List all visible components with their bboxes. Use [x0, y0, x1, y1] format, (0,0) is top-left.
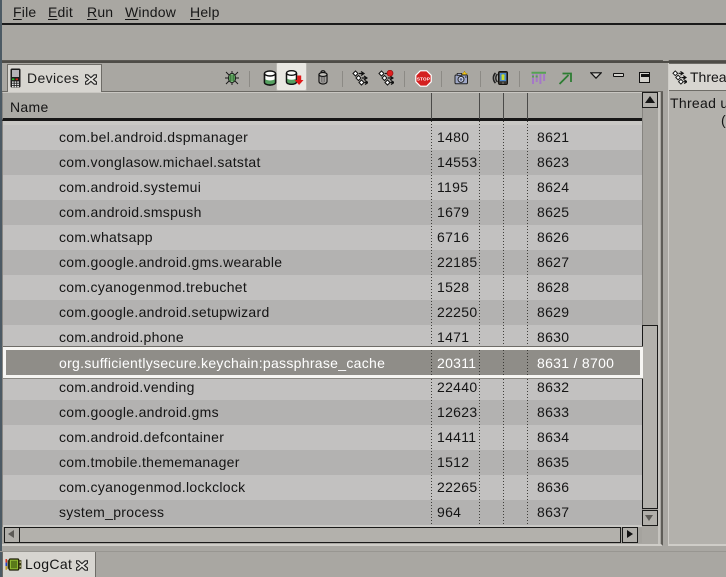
svg-text:STOP: STOP	[417, 76, 430, 81]
